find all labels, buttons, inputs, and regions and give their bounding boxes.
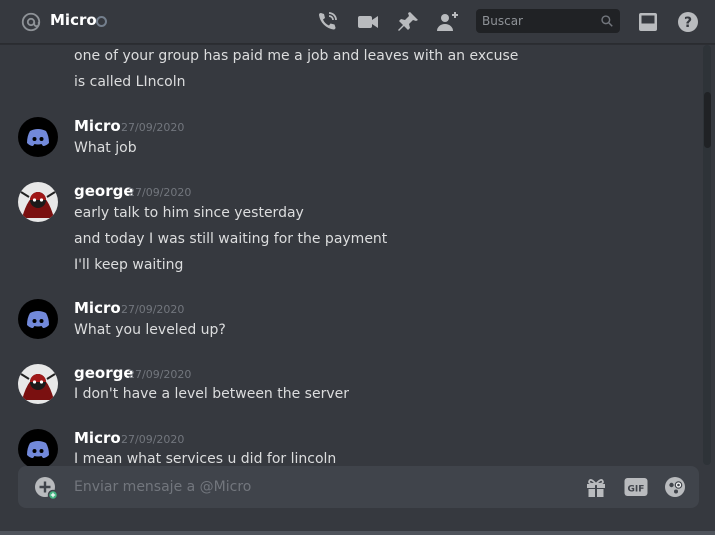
scrollbar-thumb[interactable] <box>704 92 711 148</box>
deadpool-avatar-icon <box>20 191 56 218</box>
message-timestamp: 27/09/2020 <box>121 433 185 446</box>
message-timestamp: 27/09/2020 <box>128 368 192 381</box>
message-text: What you leveled up? <box>74 322 226 338</box>
message-timestamp: 27/09/2020 <box>128 186 192 199</box>
message-text: I'll keep waiting <box>74 257 184 273</box>
message-timestamp: 27/09/2020 <box>121 121 185 134</box>
message-text: early talk to him since yesterday <box>74 205 304 221</box>
message-text: one of your group has paid me a job and … <box>74 48 519 64</box>
message-composer: GIF <box>18 466 699 508</box>
search-box[interactable]: Buscar <box>476 9 620 33</box>
message-input[interactable] <box>74 466 554 508</box>
author-name[interactable]: george <box>74 182 134 200</box>
avatar[interactable] <box>18 299 58 339</box>
gif-icon[interactable]: GIF <box>624 475 648 499</box>
add-friend-icon[interactable] <box>436 10 460 34</box>
svg-text:?: ? <box>684 15 692 31</box>
discord-logo-icon <box>27 129 49 146</box>
avatar[interactable] <box>18 429 58 467</box>
avatar[interactable] <box>18 117 58 157</box>
channel-header: Micro Buscar ? <box>0 0 715 44</box>
bottom-edge <box>0 531 715 535</box>
avatar[interactable] <box>18 182 58 222</box>
discord-logo-icon <box>27 441 49 458</box>
video-icon[interactable] <box>356 10 380 34</box>
message-text: is called LIncoln <box>74 74 186 90</box>
status-offline-icon <box>96 16 107 27</box>
at-icon <box>21 12 41 32</box>
message-text: I mean what services u did for lincoln <box>74 451 337 467</box>
author-name[interactable]: Micro <box>74 299 121 317</box>
search-placeholder: Buscar <box>482 14 523 28</box>
inbox-icon[interactable] <box>636 10 660 34</box>
deadpool-avatar-icon <box>20 373 56 400</box>
message-text: I don't have a level between the server <box>74 386 349 402</box>
message-text: What job <box>74 140 137 156</box>
author-name[interactable]: Micro <box>74 429 121 447</box>
avatar[interactable] <box>18 364 58 404</box>
call-icon[interactable] <box>315 10 339 34</box>
search-icon <box>601 15 613 27</box>
discord-logo-icon <box>27 311 49 328</box>
svg-text:GIF: GIF <box>628 485 645 495</box>
message-timestamp: 27/09/2020 <box>121 303 185 316</box>
author-name[interactable]: george <box>74 364 134 382</box>
channel-title: Micro <box>50 11 97 29</box>
message-text: and today I was still waiting for the pa… <box>74 231 388 247</box>
author-name[interactable]: Micro <box>74 117 121 135</box>
message-list: one of your group has paid me a job and … <box>0 45 700 467</box>
pin-icon[interactable] <box>396 10 420 34</box>
gift-icon[interactable] <box>584 475 608 499</box>
add-attachment-icon[interactable] <box>34 476 58 500</box>
help-icon[interactable]: ? <box>676 10 700 34</box>
emoji-icon[interactable] <box>663 475 687 499</box>
